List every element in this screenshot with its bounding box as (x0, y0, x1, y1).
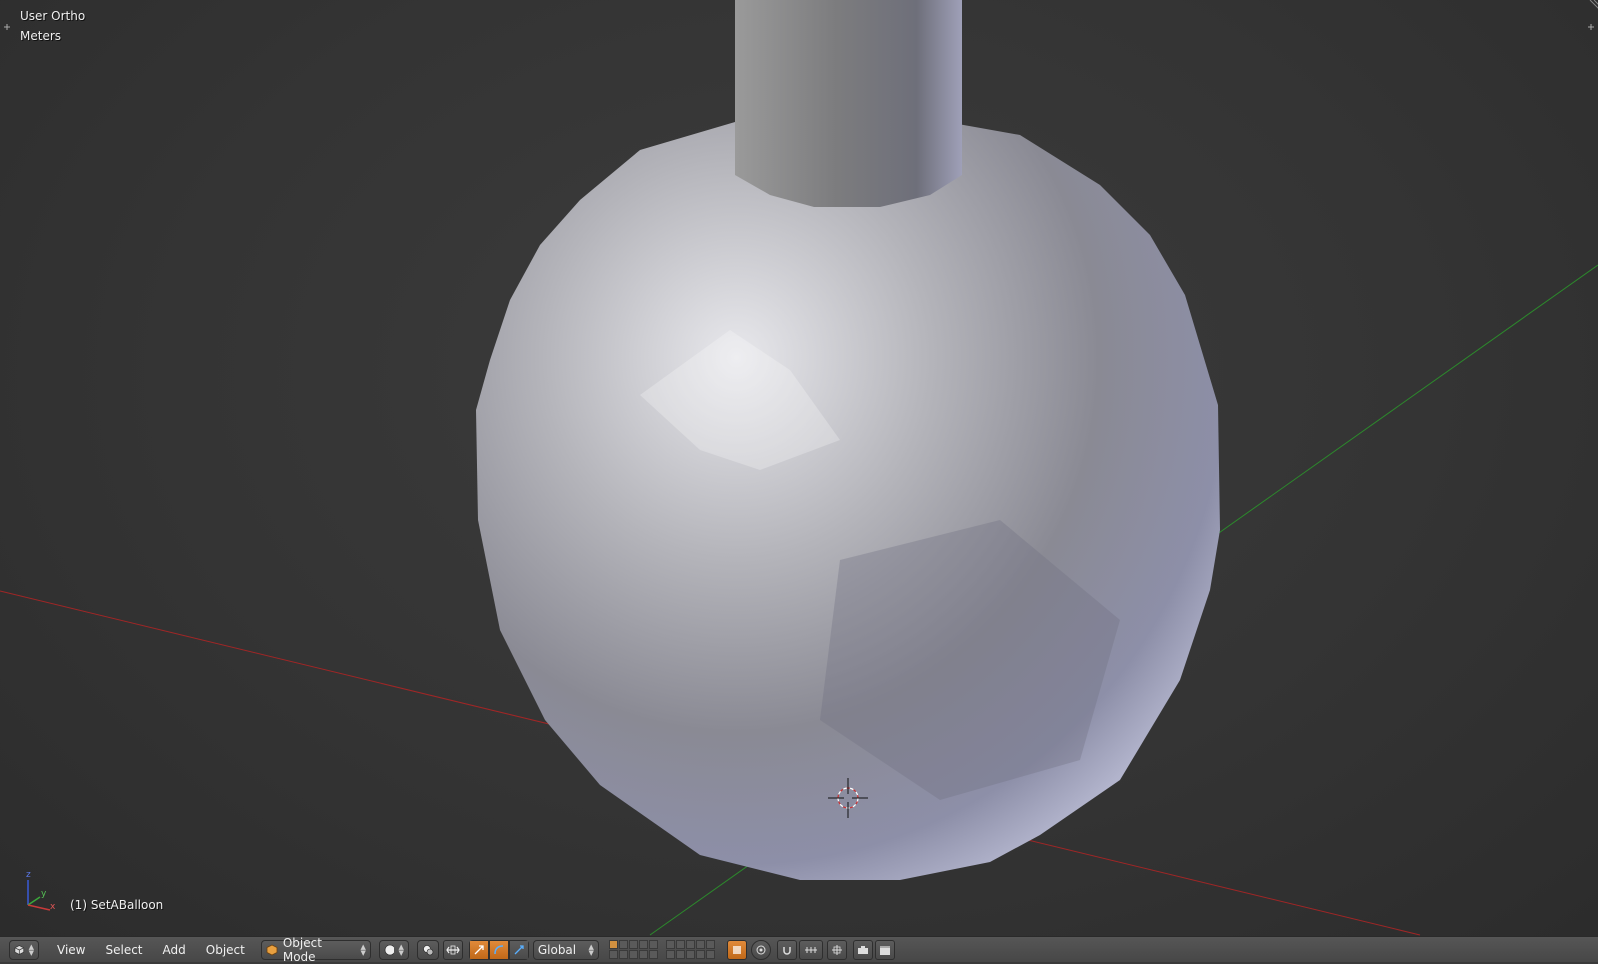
editor-type-selector[interactable]: ▲ ▼ (9, 939, 39, 960)
layer-cell[interactable] (608, 940, 618, 949)
scale-arrow-icon (514, 944, 524, 954)
layers-group-2[interactable] (665, 940, 715, 959)
area-corner-handle[interactable] (1588, 0, 1598, 10)
balloon-mesh[interactable] (476, 112, 1220, 880)
gizmo-z-label: z (26, 870, 31, 880)
gizmo-y-label: y (41, 889, 47, 899)
layer-cell[interactable] (675, 940, 685, 949)
layer-cell[interactable] (705, 950, 715, 959)
layer-cell[interactable] (685, 940, 695, 949)
layer-cell[interactable] (648, 950, 658, 959)
camera-icon (857, 945, 868, 954)
layer-cell[interactable] (695, 950, 705, 959)
layer-cell[interactable] (618, 940, 628, 949)
scene-canvas[interactable]: z y x (0, 0, 1598, 936)
viewport-header: ▲ ▼ View Select Add Object Object Mode ▲ ▼… (0, 936, 1598, 964)
scene-lock-icon (732, 945, 741, 954)
gizmo-x-label: x (50, 902, 56, 912)
updown-arrows-icon: ▲ ▼ (360, 942, 366, 957)
axis-gizmo-icon: z y x (26, 870, 56, 912)
snap-toggle-button[interactable] (776, 939, 797, 960)
updown-arrows-icon: ▲ ▼ (588, 942, 594, 957)
pivot-point-dropdown[interactable] (416, 939, 439, 960)
grid-crosshair-icon (831, 944, 842, 955)
transform-orientation-dropdown[interactable]: Global ▲ ▼ (532, 939, 599, 960)
cylinder-mesh[interactable] (735, 0, 962, 207)
active-object-label: (1) SetABalloon (70, 898, 164, 912)
scale-manipulator-button[interactable] (508, 939, 529, 960)
pivot-point-icon (423, 944, 434, 955)
viewport-shading-dropdown[interactable]: ▲ ▼ (378, 939, 409, 960)
transform-orientation-label: Global (537, 942, 577, 957)
menu-object[interactable]: Object (196, 943, 255, 957)
layers-group-1[interactable] (608, 940, 658, 959)
layer-cell[interactable] (665, 950, 675, 959)
menu-select[interactable]: Select (95, 943, 152, 957)
proportional-circle-icon (756, 945, 766, 954)
units-label: Meters (20, 29, 62, 43)
snap-element-dropdown[interactable] (798, 939, 823, 960)
rotate-manipulator-button[interactable] (488, 939, 509, 960)
solid-sphere-icon (384, 944, 395, 955)
render-opengl-image-button[interactable] (852, 939, 873, 960)
layer-cell[interactable] (665, 940, 675, 949)
layer-cell[interactable] (685, 950, 695, 959)
snap-increment-icon (804, 946, 817, 953)
3d-viewport[interactable]: z y x User Ortho Meters (1) SetABalloon (0, 0, 1598, 936)
render-opengl-animation-button[interactable] (874, 939, 895, 960)
layer-cell[interactable] (638, 950, 648, 959)
manipulator-toggle[interactable] (442, 939, 463, 960)
translate-manipulator-button[interactable] (468, 939, 489, 960)
manipulator-icon (446, 945, 460, 954)
view-name-label: User Ortho (20, 9, 86, 23)
viewport-overlay-button[interactable] (826, 939, 847, 960)
updown-arrows-icon: ▲ ▼ (398, 942, 404, 957)
layer-cell[interactable] (618, 950, 628, 959)
mode-dropdown[interactable]: Object Mode ▲ ▼ (260, 936, 371, 964)
layer-cell[interactable] (608, 950, 618, 959)
cube-icon (14, 944, 25, 955)
region-split-handle-top-left[interactable] (2, 22, 12, 32)
layer-cell[interactable] (705, 940, 715, 949)
object-cube-icon (266, 944, 278, 955)
layer-cell[interactable] (648, 940, 658, 949)
layer-cell[interactable] (628, 940, 638, 949)
clapperboard-icon (879, 945, 890, 955)
lock-to-scene-button[interactable] (726, 939, 747, 960)
layer-cell[interactable] (675, 950, 685, 959)
layer-cell[interactable] (628, 950, 638, 959)
menu-view[interactable]: View (47, 943, 95, 957)
magnet-icon (783, 946, 791, 955)
mode-dropdown-label: Object Mode (282, 935, 322, 964)
region-split-handle-top-right[interactable] (1586, 22, 1596, 32)
rotate-arc-icon (494, 944, 503, 954)
layer-cell[interactable] (638, 940, 648, 949)
menu-add[interactable]: Add (153, 943, 196, 957)
proportional-edit-button[interactable] (750, 939, 771, 960)
translate-arrow-icon (474, 944, 484, 954)
updown-arrows-icon: ▲ ▼ (28, 942, 34, 957)
layer-cell[interactable] (695, 940, 705, 949)
